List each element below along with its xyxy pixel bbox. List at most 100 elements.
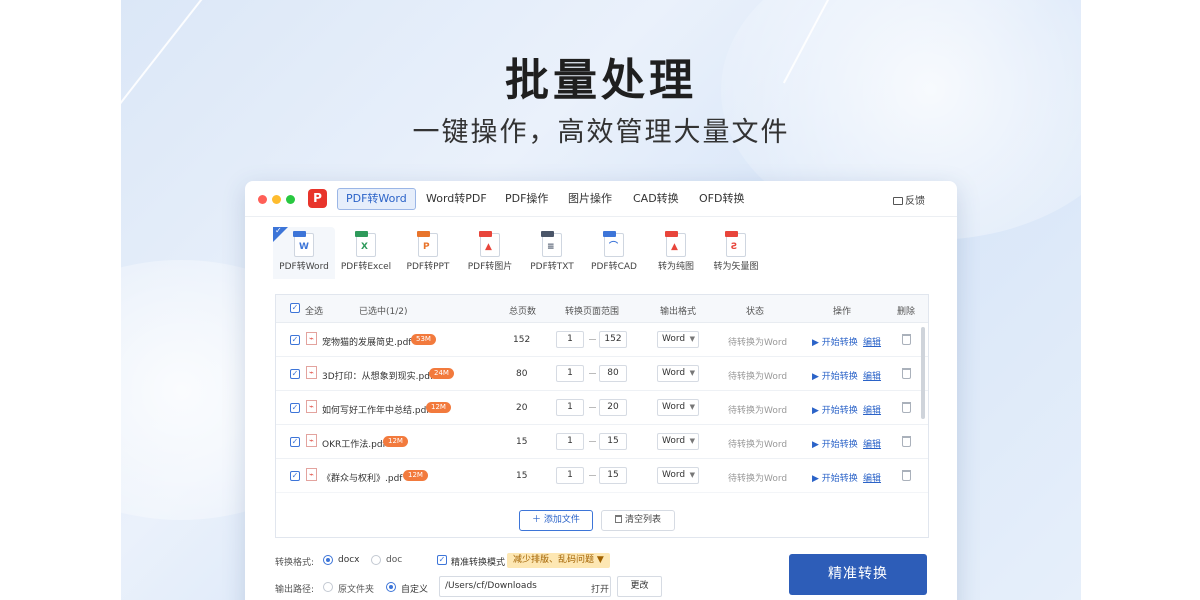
radio-custom-path-label[interactable]: 自定义: [401, 582, 428, 595]
tool-pdf-to-ppt[interactable]: P PDF转PPT: [397, 227, 459, 279]
tool-to-pure-image[interactable]: ▲ 转为纯图: [645, 227, 707, 279]
row-status: 待转换为Word: [728, 474, 788, 484]
format-value: Word: [662, 402, 686, 412]
doc-tag: [603, 231, 616, 237]
trash-icon[interactable]: [902, 470, 911, 481]
select-all-checkbox[interactable]: ✓: [290, 303, 300, 313]
range-to-input[interactable]: 15: [599, 433, 627, 450]
tool-pdf-to-excel[interactable]: X PDF转Excel: [335, 227, 397, 279]
range-to-input[interactable]: 152: [599, 331, 627, 348]
trash-icon[interactable]: [902, 436, 911, 447]
maximize-window-button[interactable]: [286, 195, 295, 204]
row-checkbox[interactable]: ✓: [290, 369, 300, 379]
trash-icon[interactable]: [902, 334, 911, 345]
image-doc-icon: ▲: [479, 231, 500, 257]
header-delete: 删除: [897, 307, 916, 317]
start-convert-button[interactable]: ▶ 开始转换: [812, 403, 858, 416]
select-all-label: 全选: [305, 307, 324, 317]
tool-label: 转为纯图: [657, 262, 694, 272]
close-window-button[interactable]: [258, 195, 267, 204]
file-name: 3D打印：从想象到现实.pdf: [322, 372, 434, 382]
start-convert-button[interactable]: ▶ 开始转换: [812, 369, 858, 382]
change-path-button[interactable]: 更改: [617, 576, 662, 597]
edit-link[interactable]: 编辑: [863, 335, 881, 348]
play-icon: ▶: [812, 338, 822, 348]
range-dash: [589, 373, 596, 374]
output-path-input[interactable]: /Users/cf/Downloads: [439, 576, 611, 597]
word-doc-icon: W: [293, 231, 314, 257]
tool-pdf-to-image[interactable]: ▲ PDF转图片: [459, 227, 521, 279]
range-to-input[interactable]: 15: [599, 467, 627, 484]
precise-mode-checkbox[interactable]: ✓: [437, 555, 447, 565]
range-from-input[interactable]: 1: [556, 331, 584, 348]
edit-link[interactable]: 编辑: [863, 471, 881, 484]
format-select[interactable]: Word ▼: [657, 365, 699, 382]
range-dash: [589, 475, 596, 476]
tool-pdf-to-cad[interactable]: ⌒ PDF转CAD: [583, 227, 645, 279]
range-from-input[interactable]: 1: [556, 467, 584, 484]
range-from-input[interactable]: 1: [556, 433, 584, 450]
start-convert-label: 开始转换: [821, 474, 858, 484]
tab-pdf-to-word[interactable]: PDF转Word: [337, 188, 416, 210]
format-select[interactable]: Word ▼: [657, 433, 699, 450]
plus-icon: ＋: [532, 515, 544, 525]
chevron-down-icon: ▼: [689, 335, 695, 343]
range-from-input[interactable]: 1: [556, 399, 584, 416]
check-icon: ✓: [275, 226, 282, 235]
precise-convert-button[interactable]: 精准转换: [789, 554, 927, 595]
start-convert-button[interactable]: ▶ 开始转换: [812, 437, 858, 450]
range-from-input[interactable]: 1: [556, 365, 584, 382]
format-select[interactable]: Word ▼: [657, 331, 699, 348]
chevron-down-icon: ▼: [596, 555, 604, 565]
range-to-input[interactable]: 80: [599, 365, 627, 382]
format-select[interactable]: Word ▼: [657, 399, 699, 416]
precise-mode-dropdown[interactable]: 减少排版、乱码问题 ▼: [507, 553, 610, 568]
edit-link[interactable]: 编辑: [863, 403, 881, 416]
radio-docx-label[interactable]: docx: [338, 555, 360, 565]
tab-image-operations[interactable]: 图片操作: [560, 188, 620, 210]
file-size-badge: 12M: [426, 402, 451, 413]
tool-to-vector[interactable]: Ƨ 转为矢量图: [705, 227, 767, 279]
radio-original-folder[interactable]: [323, 582, 333, 592]
app-window: P PDF转Word Word转PDF PDF操作 图片操作 CAD转换 OFD…: [245, 181, 957, 600]
edit-link[interactable]: 编辑: [863, 369, 881, 382]
feedback-button[interactable]: 反馈: [893, 192, 925, 207]
radio-doc-label[interactable]: doc: [386, 555, 402, 565]
start-convert-button[interactable]: ▶ 开始转换: [812, 335, 858, 348]
doc-mark: ▲: [485, 242, 492, 252]
doc-tag: [293, 231, 306, 237]
scrollbar[interactable]: [921, 327, 925, 419]
radio-custom-path[interactable]: [386, 582, 396, 592]
table-row: ✓ ⌁ 如何写好工作年中总结.pdf 12M 20 1 20 Word ▼ 待转换…: [276, 391, 928, 425]
row-status: 待转换为Word: [728, 338, 788, 348]
minimize-window-button[interactable]: [272, 195, 281, 204]
trash-icon: [614, 515, 622, 523]
tool-label: PDF转Excel: [340, 262, 392, 272]
trash-icon[interactable]: [902, 368, 911, 379]
trash-icon[interactable]: [902, 402, 911, 413]
tool-label: PDF转CAD: [591, 262, 637, 272]
tab-pdf-operations[interactable]: PDF操作: [497, 188, 556, 210]
pdf-file-icon: ⌁: [306, 366, 317, 379]
row-checkbox[interactable]: ✓: [290, 437, 300, 447]
edit-link[interactable]: 编辑: [863, 437, 881, 450]
tool-pdf-to-txt[interactable]: ≡ PDF转TXT: [521, 227, 583, 279]
range-to-input[interactable]: 20: [599, 399, 627, 416]
add-file-button[interactable]: ＋ 添加文件: [519, 510, 593, 531]
format-select[interactable]: Word ▼: [657, 467, 699, 484]
radio-docx[interactable]: [323, 555, 333, 565]
play-icon: ▶: [812, 406, 822, 416]
open-folder-button[interactable]: 打开: [591, 582, 609, 595]
row-checkbox[interactable]: ✓: [290, 403, 300, 413]
clear-list-button[interactable]: 清空列表: [601, 510, 675, 531]
row-checkbox[interactable]: ✓: [290, 335, 300, 345]
tool-pdf-to-word[interactable]: ✓ W PDF转Word: [273, 226, 335, 279]
radio-doc[interactable]: [371, 555, 381, 565]
radio-original-folder-label[interactable]: 原文件夹: [338, 582, 374, 595]
start-convert-button[interactable]: ▶ 开始转换: [812, 471, 858, 484]
tab-word-to-pdf[interactable]: Word转PDF: [418, 188, 495, 210]
tab-cad-convert[interactable]: CAD转换: [625, 188, 687, 210]
row-checkbox[interactable]: ✓: [290, 471, 300, 481]
header-status: 状态: [746, 307, 765, 317]
tab-ofd-convert[interactable]: OFD转换: [691, 188, 752, 210]
